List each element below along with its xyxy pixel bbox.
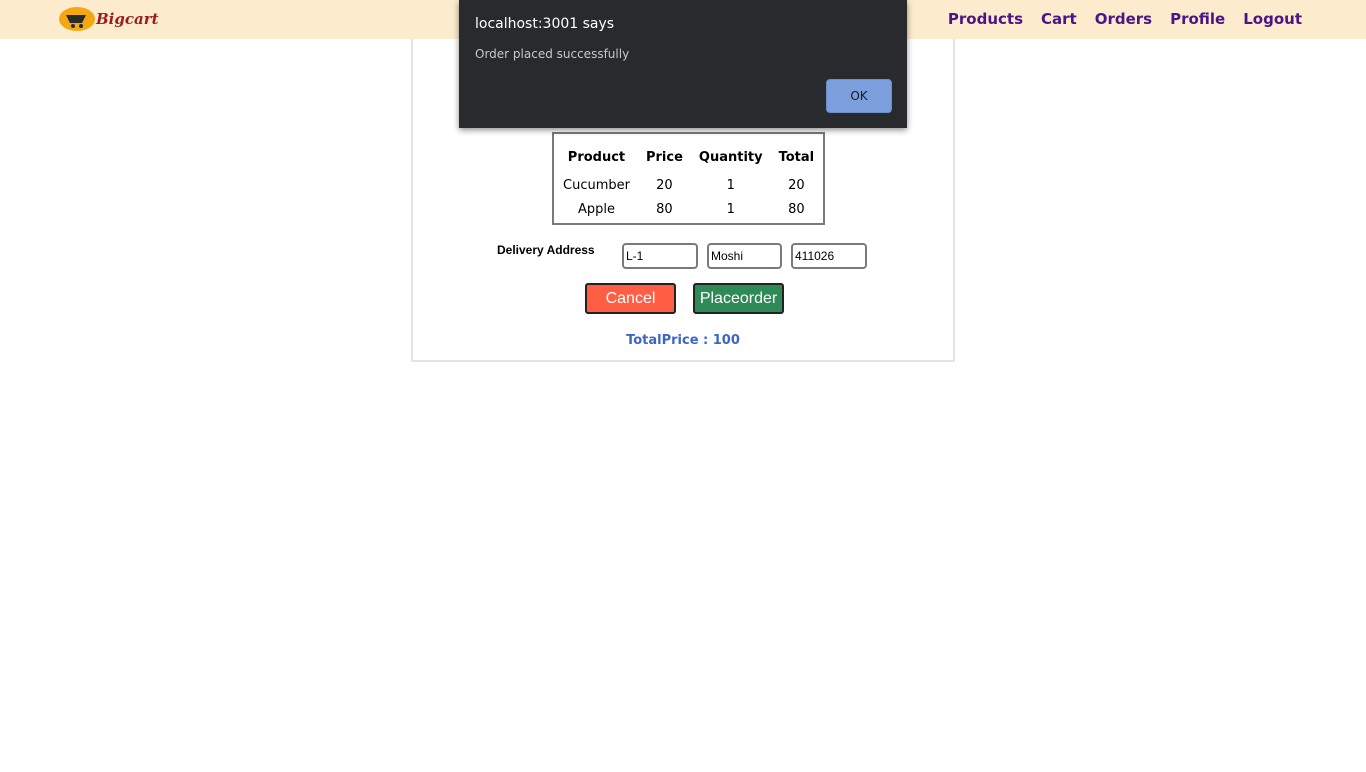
nav-products-link[interactable]: Products: [948, 10, 1023, 28]
alert-message: Order placed successfully: [475, 47, 630, 61]
header-price: Price: [645, 150, 683, 165]
nav-orders-link[interactable]: Orders: [1095, 10, 1152, 28]
table-header-row: Product Price Quantity Total: [556, 136, 821, 173]
address-line-input[interactable]: [622, 243, 698, 269]
total-price: TotalPrice : 100: [626, 333, 740, 348]
cell-quantity: 1: [726, 202, 735, 217]
cell-total: 20: [788, 178, 805, 193]
order-table: Product Price Quantity Total Cucumber 20…: [552, 132, 826, 225]
header-total: Total: [778, 150, 815, 165]
address-pincode-input[interactable]: [791, 243, 867, 269]
cell-total: 80: [788, 202, 805, 217]
nav-profile-link[interactable]: Profile: [1170, 10, 1225, 28]
cell-price: 80: [656, 202, 673, 217]
cell-price: 20: [656, 178, 673, 193]
address-city-input[interactable]: [707, 243, 782, 269]
nav-cart-link[interactable]: Cart: [1041, 10, 1077, 28]
alert-title: localhost:3001 says: [475, 16, 615, 32]
cancel-button[interactable]: Cancel: [585, 283, 676, 314]
header-quantity: Quantity: [698, 150, 763, 165]
brand[interactable]: Bigcart: [59, 7, 159, 31]
cell-quantity: 1: [726, 178, 735, 193]
delivery-address-label: Delivery Address: [497, 243, 595, 257]
brand-name: Bigcart: [96, 10, 159, 28]
nav-logout-link[interactable]: Logout: [1243, 10, 1302, 28]
nav-links: Products Cart Orders Profile Logout: [948, 10, 1302, 28]
header-product: Product: [567, 150, 626, 165]
table-row: Cucumber 20 1 20: [556, 175, 821, 197]
alert-ok-button[interactable]: OK: [826, 79, 892, 113]
alert-dialog: localhost:3001 says Order placed success…: [459, 0, 907, 128]
table-row: Apple 80 1 80: [556, 199, 821, 221]
cart-icon: [59, 7, 95, 31]
placeorder-button[interactable]: Placeorder: [693, 283, 784, 314]
cell-product: Apple: [577, 202, 615, 217]
cell-product: Cucumber: [563, 178, 630, 193]
